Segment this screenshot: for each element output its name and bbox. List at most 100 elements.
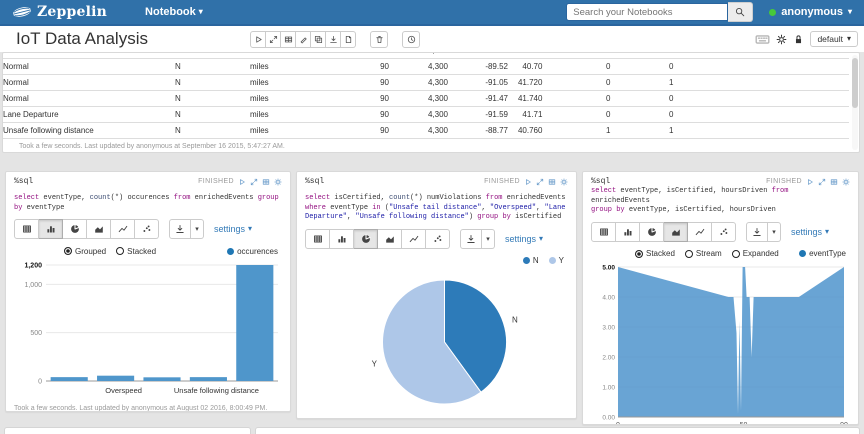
radio-stream[interactable]: Stream xyxy=(685,249,722,258)
toggle-editor-button[interactable] xyxy=(548,178,556,186)
line-chart-button[interactable] xyxy=(111,219,135,239)
table-cell: N xyxy=(175,107,250,123)
paragraph-status: FINISHED xyxy=(766,178,850,186)
table-cell xyxy=(759,91,849,107)
expand-paragraph-button[interactable] xyxy=(818,178,826,186)
toggle-code-button[interactable] xyxy=(266,31,281,48)
user-menu[interactable]: anonymous ▾ xyxy=(769,6,852,18)
pie-chart-button[interactable] xyxy=(354,229,378,249)
legend-item-Y[interactable]: Y xyxy=(549,256,564,265)
chart-controls: NY xyxy=(305,255,568,267)
pie-chart-icon xyxy=(70,224,80,234)
radio-expanded[interactable]: Expanded xyxy=(732,249,779,258)
notebook-menu[interactable]: Notebook ▾ xyxy=(145,6,203,18)
paragraph-settings-button[interactable] xyxy=(842,178,850,186)
table-scroll-area[interactable]: Unsafe tail distanceNmiles904,300-91.474… xyxy=(3,53,849,141)
radio-grouped[interactable]: Grouped xyxy=(64,247,106,256)
legend-item-N[interactable]: N xyxy=(523,256,539,265)
run-all-button[interactable] xyxy=(250,31,266,48)
download-button[interactable] xyxy=(169,219,191,239)
table-chart-button[interactable] xyxy=(14,219,39,239)
download-button[interactable] xyxy=(460,229,482,249)
clear-output-button[interactable] xyxy=(296,31,311,48)
table-cell: Normal xyxy=(3,59,175,75)
sql-code[interactable]: select eventType, count(*) occurences fr… xyxy=(14,194,282,213)
table-cell: miles xyxy=(250,91,325,107)
svg-text:90: 90 xyxy=(840,422,848,426)
table-chart-button[interactable] xyxy=(591,222,616,242)
table-cell: 0 xyxy=(669,59,759,75)
sql-code[interactable]: select eventType, isCertified, hoursDriv… xyxy=(591,187,850,216)
line-chart-icon xyxy=(695,227,705,237)
commit-button[interactable] xyxy=(341,31,356,48)
expand-paragraph-button[interactable] xyxy=(536,178,544,186)
scatter-chart-button[interactable] xyxy=(426,229,450,249)
zeppelin-app: Zeppelin Notebook ▾ anonymous ▾ IoT Data… xyxy=(0,0,864,434)
toggle-output-button[interactable] xyxy=(281,31,296,48)
table-chart-icon xyxy=(313,234,323,244)
bar-chart-button[interactable] xyxy=(330,229,354,249)
user-status-dot xyxy=(769,9,776,16)
paragraph-settings-button[interactable] xyxy=(560,178,568,186)
settings-link[interactable]: settings ▾ xyxy=(791,227,829,237)
table-cell: Normal xyxy=(3,75,175,91)
table-chart-button[interactable] xyxy=(305,229,330,249)
settings-link[interactable]: settings ▾ xyxy=(505,234,543,244)
bar-chart-button[interactable] xyxy=(616,222,640,242)
download-button[interactable] xyxy=(746,222,768,242)
table-scrollbar-thumb[interactable] xyxy=(852,58,858,108)
run-scheduler-button[interactable] xyxy=(402,31,420,48)
export-note-button[interactable] xyxy=(326,31,341,48)
pie-chart-button[interactable] xyxy=(640,222,664,242)
settings-link[interactable]: settings ▾ xyxy=(214,224,252,234)
search-button[interactable] xyxy=(728,2,753,22)
search-box xyxy=(566,2,753,22)
radio-icon xyxy=(64,247,72,255)
table-cell: N xyxy=(175,91,250,107)
keyboard-shortcuts-icon[interactable] xyxy=(755,32,770,47)
legend-item-occurences[interactable]: occurences xyxy=(227,247,278,256)
scatter-chart-button[interactable] xyxy=(135,219,159,239)
legend-item-eventType[interactable]: eventType xyxy=(799,249,846,258)
table-cell: 90 xyxy=(325,107,389,123)
table-cell: 41.72 xyxy=(508,75,538,91)
toggle-editor-button[interactable] xyxy=(830,178,838,186)
paragraph-settings-button[interactable] xyxy=(274,178,282,186)
download-caret-button[interactable]: ▾ xyxy=(482,229,495,249)
run-paragraph-button[interactable] xyxy=(238,178,246,186)
pie-chart-button[interactable] xyxy=(63,219,87,239)
interpreter-default-dropdown[interactable]: default ▾ xyxy=(810,31,858,47)
expand-paragraph-button[interactable] xyxy=(250,178,258,186)
interpreter-gear-icon[interactable] xyxy=(776,34,787,45)
bar-chart-button[interactable] xyxy=(39,219,63,239)
area-chart-button[interactable] xyxy=(664,222,688,242)
radio-stacked[interactable]: Stacked xyxy=(116,247,156,256)
line-chart-button[interactable] xyxy=(402,229,426,249)
search-input[interactable] xyxy=(566,3,728,21)
paragraph-status: FINISHED xyxy=(198,178,282,186)
zeppelin-brand[interactable]: Zeppelin xyxy=(12,3,107,21)
radio-icon xyxy=(732,250,740,258)
run-paragraph-button[interactable] xyxy=(806,178,814,186)
table-cell: -91.47 xyxy=(448,91,508,107)
radio-stacked[interactable]: Stacked xyxy=(635,249,675,258)
download-caret-button[interactable]: ▾ xyxy=(191,219,204,239)
note-permissions-lock-icon[interactable] xyxy=(793,34,804,45)
status-badge: FINISHED xyxy=(198,178,234,185)
area-chart-button[interactable] xyxy=(87,219,111,239)
clone-note-button[interactable] xyxy=(311,31,326,48)
note-title[interactable]: IoT Data Analysis xyxy=(16,29,148,49)
sql-code[interactable]: select isCertified, count(*) numViolatio… xyxy=(305,194,568,223)
line-chart-button[interactable] xyxy=(688,222,712,242)
run-paragraph-button[interactable] xyxy=(524,178,532,186)
download-caret-button[interactable]: ▾ xyxy=(768,222,781,242)
area-chart-button[interactable] xyxy=(378,229,402,249)
table-chart-icon xyxy=(599,227,609,237)
toggle-editor-button[interactable] xyxy=(262,178,270,186)
table-scrollbar-track[interactable] xyxy=(852,55,858,150)
remove-note-button[interactable] xyxy=(370,31,388,48)
area-chart-icon xyxy=(385,234,395,244)
radio-label: Expanded xyxy=(743,249,779,258)
scatter-chart-button[interactable] xyxy=(712,222,736,242)
table-row: NormalNmiles904,300-89.5240.7000 xyxy=(3,59,849,75)
